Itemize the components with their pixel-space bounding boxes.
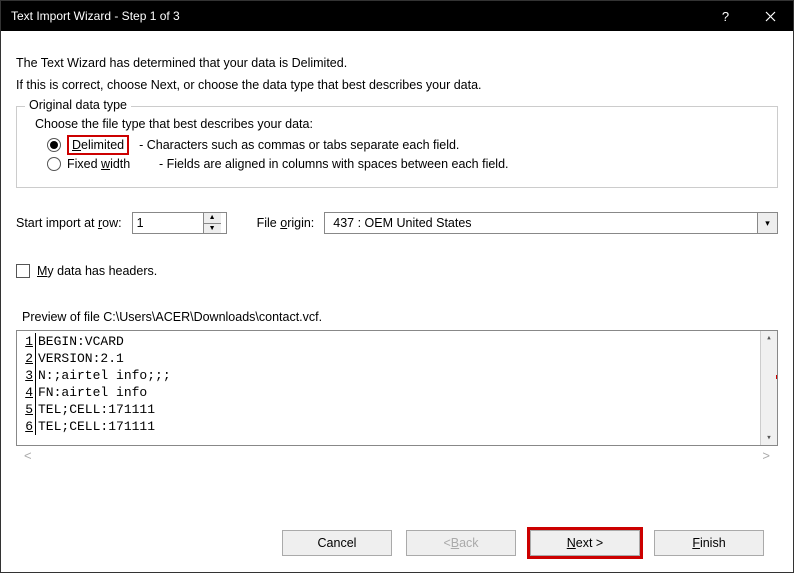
scroll-right-icon: > xyxy=(762,448,770,466)
import-settings-row: Start import at row: ▲ ▼ File origin: 43… xyxy=(16,212,778,234)
text-import-wizard-window: Text Import Wizard - Step 1 of 3 ? The T… xyxy=(0,0,794,573)
preview-label: Preview of file C:\Users\ACER\Downloads\… xyxy=(22,310,778,324)
chevron-down-icon: ▾ xyxy=(765,218,770,229)
preview-line: 2VERSION:2.1 xyxy=(19,350,760,367)
radio-delimited[interactable]: Delimited - Characters such as commas or… xyxy=(47,137,767,153)
button-bar: Cancel < Back Next > Finish xyxy=(16,514,778,572)
spinner-up-button[interactable]: ▲ xyxy=(204,213,221,223)
radio-icon xyxy=(47,157,61,171)
original-data-type-group: Original data type Choose the file type … xyxy=(16,106,778,188)
dialog-content: The Text Wizard has determined that your… xyxy=(1,31,793,572)
dropdown-button[interactable]: ▾ xyxy=(757,213,777,233)
titlebar: Text Import Wizard - Step 1 of 3 ? xyxy=(1,1,793,31)
preview-line: 6TEL;CELL:171111 xyxy=(19,418,760,435)
intro-text-1: The Text Wizard has determined that your… xyxy=(16,56,778,70)
preview-line: 4FN:airtel info xyxy=(19,384,760,401)
start-row-spinner[interactable]: ▲ ▼ xyxy=(132,212,227,234)
radio-fixed-width-label: Fixed width xyxy=(67,157,149,171)
radio-fixed-width-caption: - Fields are aligned in columns with spa… xyxy=(159,157,509,171)
start-row-input[interactable] xyxy=(133,213,203,233)
finish-button[interactable]: Finish xyxy=(654,530,764,556)
radio-icon xyxy=(47,138,61,152)
preview-line: 3N:;airtel info;;; xyxy=(19,367,760,384)
spinner-down-button[interactable]: ▼ xyxy=(204,223,221,234)
headers-checkbox-row[interactable]: My data has headers. xyxy=(16,264,778,278)
spinner-buttons: ▲ ▼ xyxy=(203,213,221,233)
scroll-up-icon: ▴ xyxy=(766,333,771,343)
preview-line: 5TEL;CELL:171111 xyxy=(19,401,760,418)
file-origin-combo[interactable]: 437 : OEM United States ▾ xyxy=(324,212,778,234)
checkbox-icon xyxy=(16,264,30,278)
start-row-label: Start import at row: xyxy=(16,216,122,230)
file-origin-label: File origin: xyxy=(257,216,315,230)
file-origin-value: 437 : OEM United States xyxy=(325,216,757,230)
close-button[interactable] xyxy=(748,1,793,31)
close-icon xyxy=(765,11,776,22)
next-button[interactable]: Next > xyxy=(530,530,640,556)
group-description: Choose the file type that best describes… xyxy=(35,117,767,131)
window-title: Text Import Wizard - Step 1 of 3 xyxy=(11,9,703,23)
preview-horizontal-scrollbar[interactable]: < > xyxy=(16,446,778,466)
radio-fixed-width[interactable]: Fixed width - Fields are aligned in colu… xyxy=(47,157,767,171)
radio-delimited-label: Delimited xyxy=(72,138,124,152)
preview-line: 1BEGIN:VCARD xyxy=(19,333,760,350)
annotation-highlight-delimited: Delimited xyxy=(67,135,129,155)
back-button[interactable]: < Back xyxy=(406,530,516,556)
cancel-button[interactable]: Cancel xyxy=(282,530,392,556)
radio-delimited-caption: - Characters such as commas or tabs sepa… xyxy=(139,138,459,152)
help-button[interactable]: ? xyxy=(703,1,748,31)
group-legend: Original data type xyxy=(25,98,131,112)
scroll-left-icon: < xyxy=(24,448,32,466)
headers-checkbox-label: My data has headers. xyxy=(37,264,157,278)
annotation-marker-icon xyxy=(776,375,777,379)
preview-vertical-scrollbar[interactable]: ▴ ▾ xyxy=(760,331,777,445)
preview-lines: 1BEGIN:VCARD 2VERSION:2.1 3N:;airtel inf… xyxy=(17,331,760,445)
preview-box: 1BEGIN:VCARD 2VERSION:2.1 3N:;airtel inf… xyxy=(16,330,778,446)
intro-text-2: If this is correct, choose Next, or choo… xyxy=(16,78,778,92)
scroll-down-icon: ▾ xyxy=(766,433,771,443)
